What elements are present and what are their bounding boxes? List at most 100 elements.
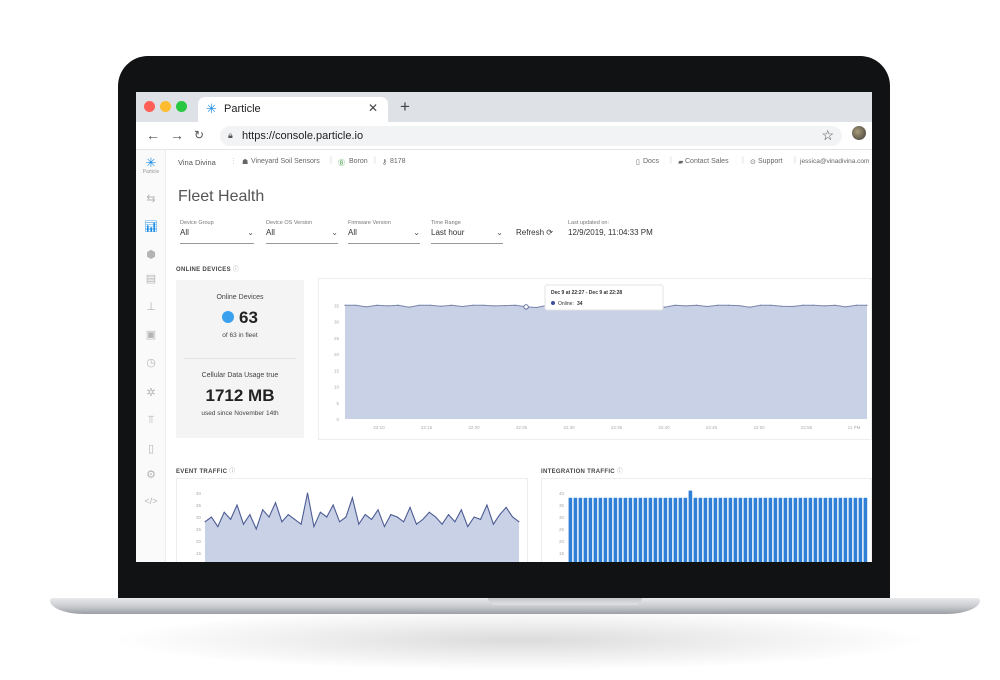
integration-bar <box>838 497 843 562</box>
forward-arrow-icon[interactable]: → <box>170 127 184 143</box>
x-tick-label: 22:10 <box>373 425 385 430</box>
event-data-point <box>236 504 238 506</box>
trash-icon[interactable]: ▯ <box>136 442 166 455</box>
browser-tab[interactable]: ✳ Particle ✕ <box>198 97 388 122</box>
x-tick-label: 22:20 <box>468 425 480 430</box>
url-text[interactable]: https://console.particle.io <box>242 130 363 142</box>
integration-bar <box>833 497 838 562</box>
integration-bar <box>798 497 803 562</box>
online-data-point <box>450 304 453 306</box>
browser-toolbar: ← → ↻ 🔒︎ https://console.particle.io ☆ ⋮ <box>136 122 872 150</box>
integration-bar <box>678 497 683 562</box>
online-data-point <box>397 304 399 306</box>
minimize-window-button[interactable] <box>160 101 171 112</box>
x-tick-label: 22:35 <box>611 425 623 430</box>
online-data-point <box>855 304 857 306</box>
integration-bar <box>603 497 608 562</box>
integration-bar <box>823 497 828 562</box>
close-icon[interactable]: ✕ <box>368 101 378 115</box>
document-icon[interactable]: ▤ <box>136 272 166 285</box>
console-app: ✳ Particle ⇆ 📊︎ ⬢ ▤ ⊥ ▣ ◷ ✲ ⫪ ▯ ⚙ </> Vi… <box>136 150 872 562</box>
devices-icon[interactable]: ⇆ <box>136 192 166 205</box>
docs-link[interactable]: Docs <box>643 158 659 165</box>
integration-bar <box>593 497 598 562</box>
back-arrow-icon[interactable]: ← <box>146 127 160 143</box>
star-icon[interactable]: ☆ <box>821 127 834 144</box>
support-icon: ⊙ <box>750 159 756 166</box>
user-email[interactable]: jessica@vinadivina.com <box>800 158 869 165</box>
address-bar[interactable]: 🔒︎ https://console.particle.io ☆ <box>220 126 842 146</box>
hover-marker <box>523 304 529 310</box>
info-icon[interactable]: ⓘ <box>229 469 235 475</box>
integration-bar <box>623 497 628 562</box>
event-data-point <box>274 502 276 504</box>
integration-traffic-chart[interactable]: 10152025303540 <box>542 479 872 562</box>
kebab-menu-icon[interactable]: ⋮ <box>867 125 872 139</box>
org-selector[interactable]: Vina Divina <box>178 158 216 167</box>
network-icon[interactable]: ✲ <box>136 386 166 399</box>
online-data-point <box>749 306 751 308</box>
event-data-point <box>512 516 514 518</box>
integration-bar <box>588 497 593 562</box>
online-data-point <box>685 305 687 307</box>
event-series-area <box>205 493 519 562</box>
integration-bar <box>733 497 738 562</box>
plus-icon[interactable]: + <box>400 97 410 117</box>
integration-bar <box>703 497 708 562</box>
info-icon[interactable]: ⓘ <box>617 469 623 475</box>
profile-avatar[interactable] <box>852 126 866 140</box>
time-range-filter[interactable]: Time Range Last hour ⌄ <box>431 220 503 244</box>
particle-logo-icon: ✳ <box>145 155 157 170</box>
event-traffic-chart[interactable]: 10152025303540 <box>177 479 529 562</box>
refresh-button[interactable]: Refresh ⟳ <box>516 228 553 237</box>
close-window-button[interactable] <box>144 101 155 112</box>
firmware-filter[interactable]: Firmware Version All ⌄ <box>348 220 420 244</box>
maximize-window-button[interactable] <box>176 101 187 112</box>
contact-sales-link[interactable]: Contact Sales <box>685 158 729 165</box>
online-series-area <box>345 305 867 419</box>
event-data-point <box>486 504 488 506</box>
support-link[interactable]: Support <box>758 158 783 165</box>
tooltip-series-label: Online: <box>558 301 574 307</box>
device-os-filter[interactable]: Device OS Version All ⌄ <box>266 220 338 244</box>
event-traffic-chart-card: 10152025303540 <box>176 478 528 562</box>
data-usage-since: used since November 14th <box>201 410 279 417</box>
integration-bar <box>673 497 678 562</box>
online-data-point <box>472 304 474 306</box>
event-data-point <box>364 514 366 516</box>
integration-bar <box>728 497 733 562</box>
y-tick-label: 25 <box>196 527 202 532</box>
nav-separator: | <box>670 157 672 164</box>
chevron-down-icon: ⌄ <box>331 228 338 237</box>
clock-icon[interactable]: ◷ <box>136 356 166 369</box>
event-data-point <box>300 523 302 525</box>
reload-icon[interactable]: ↻ <box>194 128 204 142</box>
event-data-point <box>377 509 379 511</box>
fleet-health-icon[interactable]: 📊︎ <box>136 220 166 233</box>
y-tick-label: 15 <box>196 551 202 556</box>
event-data-point <box>460 509 462 511</box>
flask-icon[interactable]: ⊥ <box>136 300 166 313</box>
analytics-icon[interactable]: ⫪ <box>136 414 166 427</box>
sim-card-icon[interactable]: ▣ <box>136 328 166 341</box>
online-data-point <box>408 306 410 308</box>
integration-bar <box>753 497 758 562</box>
x-tick-label: 22:55 <box>801 425 813 430</box>
breadcrumb-product[interactable]: Vineyard Soil Sensors <box>251 158 320 165</box>
device-group-filter[interactable]: Device Group All ⌄ <box>180 220 254 244</box>
online-data-point <box>440 305 442 307</box>
event-data-point <box>371 518 373 520</box>
code-icon[interactable]: </> <box>136 496 166 506</box>
cube-icon[interactable]: ⬢ <box>136 248 166 261</box>
integration-bar <box>573 497 578 562</box>
particle-logo-icon: ✳ <box>206 101 217 116</box>
particle-brand[interactable]: ✳ Particle <box>136 156 166 175</box>
info-icon[interactable]: ⓘ <box>233 267 239 273</box>
integration-bar <box>788 497 793 562</box>
settings-icon[interactable]: ⚙ <box>136 468 166 481</box>
event-data-point <box>358 523 360 525</box>
filter-value: All <box>348 228 357 237</box>
online-devices-chart[interactable]: 0 5 10 15 20 25 30 35 22:10 22:15 22:20 22:25 22:30 2… <box>319 279 872 441</box>
y-tick-label: 15 <box>334 368 340 373</box>
event-data-point <box>441 523 443 525</box>
